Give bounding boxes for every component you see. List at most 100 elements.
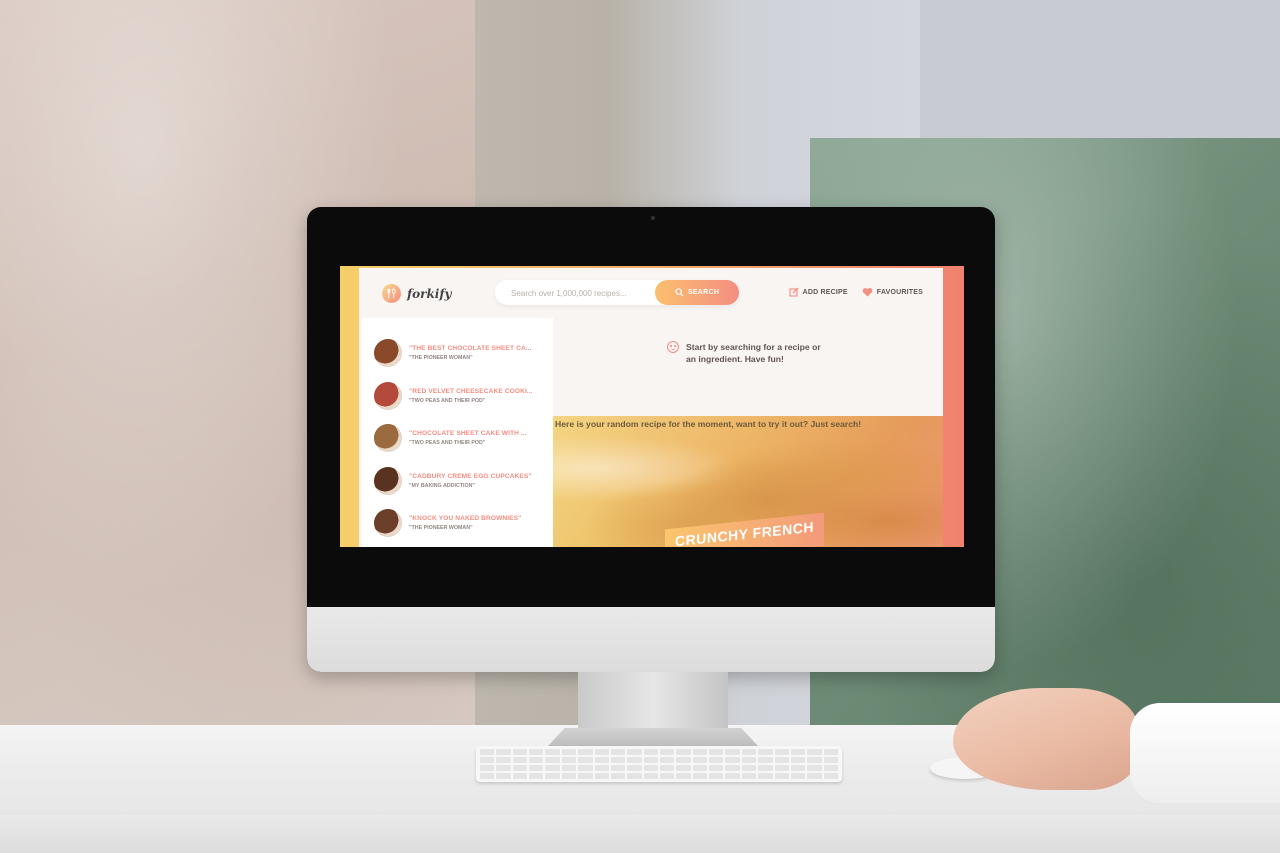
keyboard-key[interactable] xyxy=(561,749,577,755)
keyboard-key[interactable] xyxy=(578,757,593,763)
keyboard-key[interactable] xyxy=(529,765,544,771)
result-item[interactable]: "CHOCOLATE SHEET CAKE WITH ... "TWO PEAS … xyxy=(362,417,553,460)
keyboard-key[interactable] xyxy=(512,773,528,779)
keyboard-key[interactable] xyxy=(676,749,691,755)
keyboard-key[interactable] xyxy=(512,757,528,763)
keyboard-key[interactable] xyxy=(643,773,658,779)
keyboard-key[interactable] xyxy=(512,765,528,771)
keyboard-key[interactable] xyxy=(659,765,675,771)
keyboard-key[interactable] xyxy=(480,757,495,763)
keyboard-key[interactable] xyxy=(823,749,838,755)
keyboard-key[interactable] xyxy=(790,773,806,779)
keyboard-key[interactable] xyxy=(594,757,609,763)
keyboard-key[interactable] xyxy=(610,749,626,755)
keyboard-key[interactable] xyxy=(643,765,658,771)
keyboard-key[interactable] xyxy=(659,749,675,755)
keyboard-key[interactable] xyxy=(758,757,773,763)
result-item[interactable]: "CADBURY CREME EGG CUPCAKES" "MY BAKING A… xyxy=(362,460,553,503)
keyboard-key[interactable] xyxy=(774,773,789,779)
keyboard-key[interactable] xyxy=(496,749,511,755)
keyboard-key[interactable] xyxy=(725,765,740,771)
keyboard-key[interactable] xyxy=(610,773,626,779)
keyboard-key[interactable] xyxy=(561,765,577,771)
keyboard-key[interactable] xyxy=(676,773,691,779)
keyboard-key[interactable] xyxy=(774,757,789,763)
keyboard-key[interactable] xyxy=(790,757,806,763)
keyboard-key[interactable] xyxy=(741,773,757,779)
keyboard-key[interactable] xyxy=(692,749,708,755)
keyboard-key[interactable] xyxy=(496,765,511,771)
keyboard-key[interactable] xyxy=(480,765,495,771)
keyboard-key[interactable] xyxy=(692,757,708,763)
keyboard-key[interactable] xyxy=(676,765,691,771)
keyboard-key[interactable] xyxy=(692,773,708,779)
keyboard-key[interactable] xyxy=(610,757,626,763)
keyboard-key[interactable] xyxy=(807,757,822,763)
keyboard-key[interactable] xyxy=(709,773,724,779)
keyboard-key[interactable] xyxy=(627,749,642,755)
keyboard-key[interactable] xyxy=(578,749,593,755)
keyboard[interactable] xyxy=(476,746,842,782)
keyboard-key[interactable] xyxy=(807,765,822,771)
keyboard-key[interactable] xyxy=(627,757,642,763)
keyboard-key[interactable] xyxy=(529,773,544,779)
keyboard-key[interactable] xyxy=(594,765,609,771)
keyboard-key[interactable] xyxy=(480,773,495,779)
keyboard-key[interactable] xyxy=(741,749,757,755)
keyboard-key[interactable] xyxy=(676,757,691,763)
keyboard-key[interactable] xyxy=(610,765,626,771)
keyboard-key[interactable] xyxy=(578,773,593,779)
keyboard-key[interactable] xyxy=(659,757,675,763)
keyboard-key[interactable] xyxy=(807,749,822,755)
keyboard-key[interactable] xyxy=(545,749,560,755)
keyboard-key[interactable] xyxy=(627,773,642,779)
keyboard-key[interactable] xyxy=(643,749,658,755)
keyboard-key[interactable] xyxy=(561,773,577,779)
keyboard-key[interactable] xyxy=(594,749,609,755)
keyboard-key[interactable] xyxy=(758,773,773,779)
keyboard-key[interactable] xyxy=(496,773,511,779)
keyboard-key[interactable] xyxy=(659,773,675,779)
keyboard-key[interactable] xyxy=(709,765,724,771)
keyboard-key[interactable] xyxy=(774,749,789,755)
keyboard-key[interactable] xyxy=(790,749,806,755)
keyboard-key[interactable] xyxy=(709,749,724,755)
keyboard-key[interactable] xyxy=(529,749,544,755)
keyboard-key[interactable] xyxy=(823,757,838,763)
logo[interactable]: forkify xyxy=(382,284,452,303)
random-recipe[interactable]: Here is your random recipe for the momen… xyxy=(553,416,943,547)
keyboard-key[interactable] xyxy=(790,765,806,771)
keyboard-key[interactable] xyxy=(480,749,495,755)
keyboard-key[interactable] xyxy=(758,749,773,755)
keyboard-key[interactable] xyxy=(741,765,757,771)
keyboard-key[interactable] xyxy=(774,765,789,771)
favourites-button[interactable]: FAVOURITES xyxy=(862,287,923,297)
keyboard-key[interactable] xyxy=(823,765,838,771)
keyboard-key[interactable] xyxy=(725,749,740,755)
keyboard-key[interactable] xyxy=(512,749,528,755)
add-recipe-button[interactable]: ADD RECIPE xyxy=(789,287,848,297)
keyboard-key[interactable] xyxy=(709,757,724,763)
keyboard-key[interactable] xyxy=(561,757,577,763)
keyboard-key[interactable] xyxy=(823,773,838,779)
result-item[interactable]: "RED VELVET CHEESECAKE COOKI... "TWO PEAS… xyxy=(362,375,553,418)
keyboard-key[interactable] xyxy=(692,765,708,771)
search-button[interactable]: SEARCH xyxy=(655,280,739,305)
keyboard-key[interactable] xyxy=(758,765,773,771)
search-input[interactable] xyxy=(509,286,643,301)
keyboard-key[interactable] xyxy=(594,773,609,779)
keyboard-key[interactable] xyxy=(545,773,560,779)
result-item[interactable]: "THE BEST CHOCOLATE SHEET CA... "THE PION… xyxy=(362,332,553,375)
result-item[interactable]: "KNOCK YOU NAKED BROWNIES" "THE PIONEER W… xyxy=(362,502,553,545)
keyboard-key[interactable] xyxy=(807,773,822,779)
keyboard-key[interactable] xyxy=(496,757,511,763)
keyboard-key[interactable] xyxy=(545,757,560,763)
keyboard-key[interactable] xyxy=(741,757,757,763)
keyboard-key[interactable] xyxy=(529,757,544,763)
keyboard-key[interactable] xyxy=(578,765,593,771)
keyboard-key[interactable] xyxy=(725,773,740,779)
keyboard-key[interactable] xyxy=(627,765,642,771)
keyboard-key[interactable] xyxy=(545,765,560,771)
keyboard-key[interactable] xyxy=(643,757,658,763)
keyboard-key[interactable] xyxy=(725,757,740,763)
